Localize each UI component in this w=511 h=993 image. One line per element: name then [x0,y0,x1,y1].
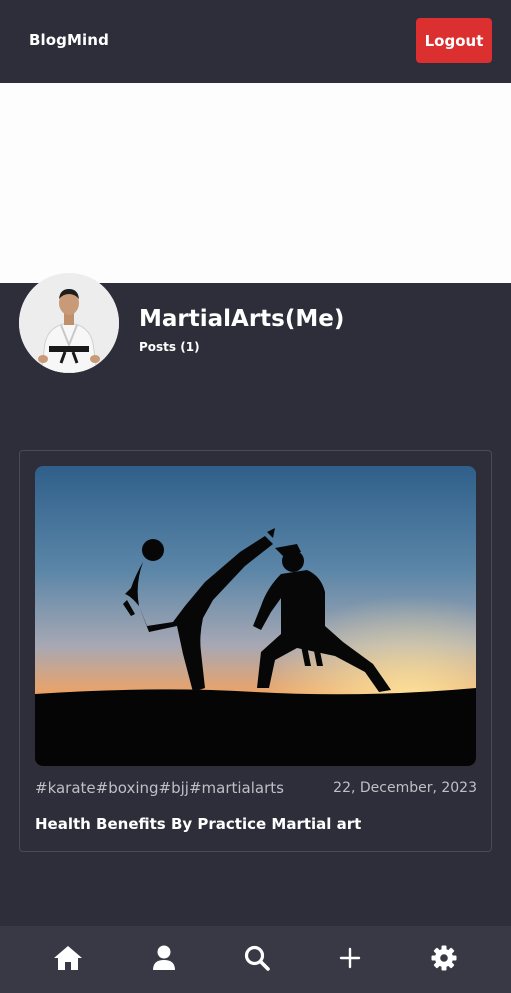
top-bar: BlogMind Logout [0,0,511,83]
nav-settings[interactable] [429,943,459,973]
avatar [19,273,119,373]
brand-logo[interactable]: BlogMind [29,31,109,49]
nav-add[interactable] [335,943,365,973]
nav-search[interactable] [242,943,272,973]
karate-person-avatar-icon [19,273,119,373]
search-icon [244,945,270,971]
post-title[interactable]: Health Benefits By Practice Martial art [35,815,361,833]
settings-icon [431,945,457,971]
posts-count: Posts (1) [139,340,200,354]
post-card[interactable]: #karate#boxing#bjj#martialarts 22, Decem… [19,450,492,852]
nav-home[interactable] [53,943,83,973]
post-image[interactable] [35,466,476,766]
martial-arts-sunset-silhouette-icon [35,466,476,766]
post-date: 22, December, 2023 [333,780,477,796]
post-tags: #karate#boxing#bjj#martialarts [35,779,284,797]
nav-profile[interactable] [149,943,179,973]
profile-username: MartialArts(Me) [139,306,345,332]
cover-image [0,83,511,283]
home-icon [54,946,82,970]
bottom-nav [0,926,511,993]
add-icon [339,947,361,969]
profile-icon [153,945,175,970]
logout-button[interactable]: Logout [416,18,492,63]
